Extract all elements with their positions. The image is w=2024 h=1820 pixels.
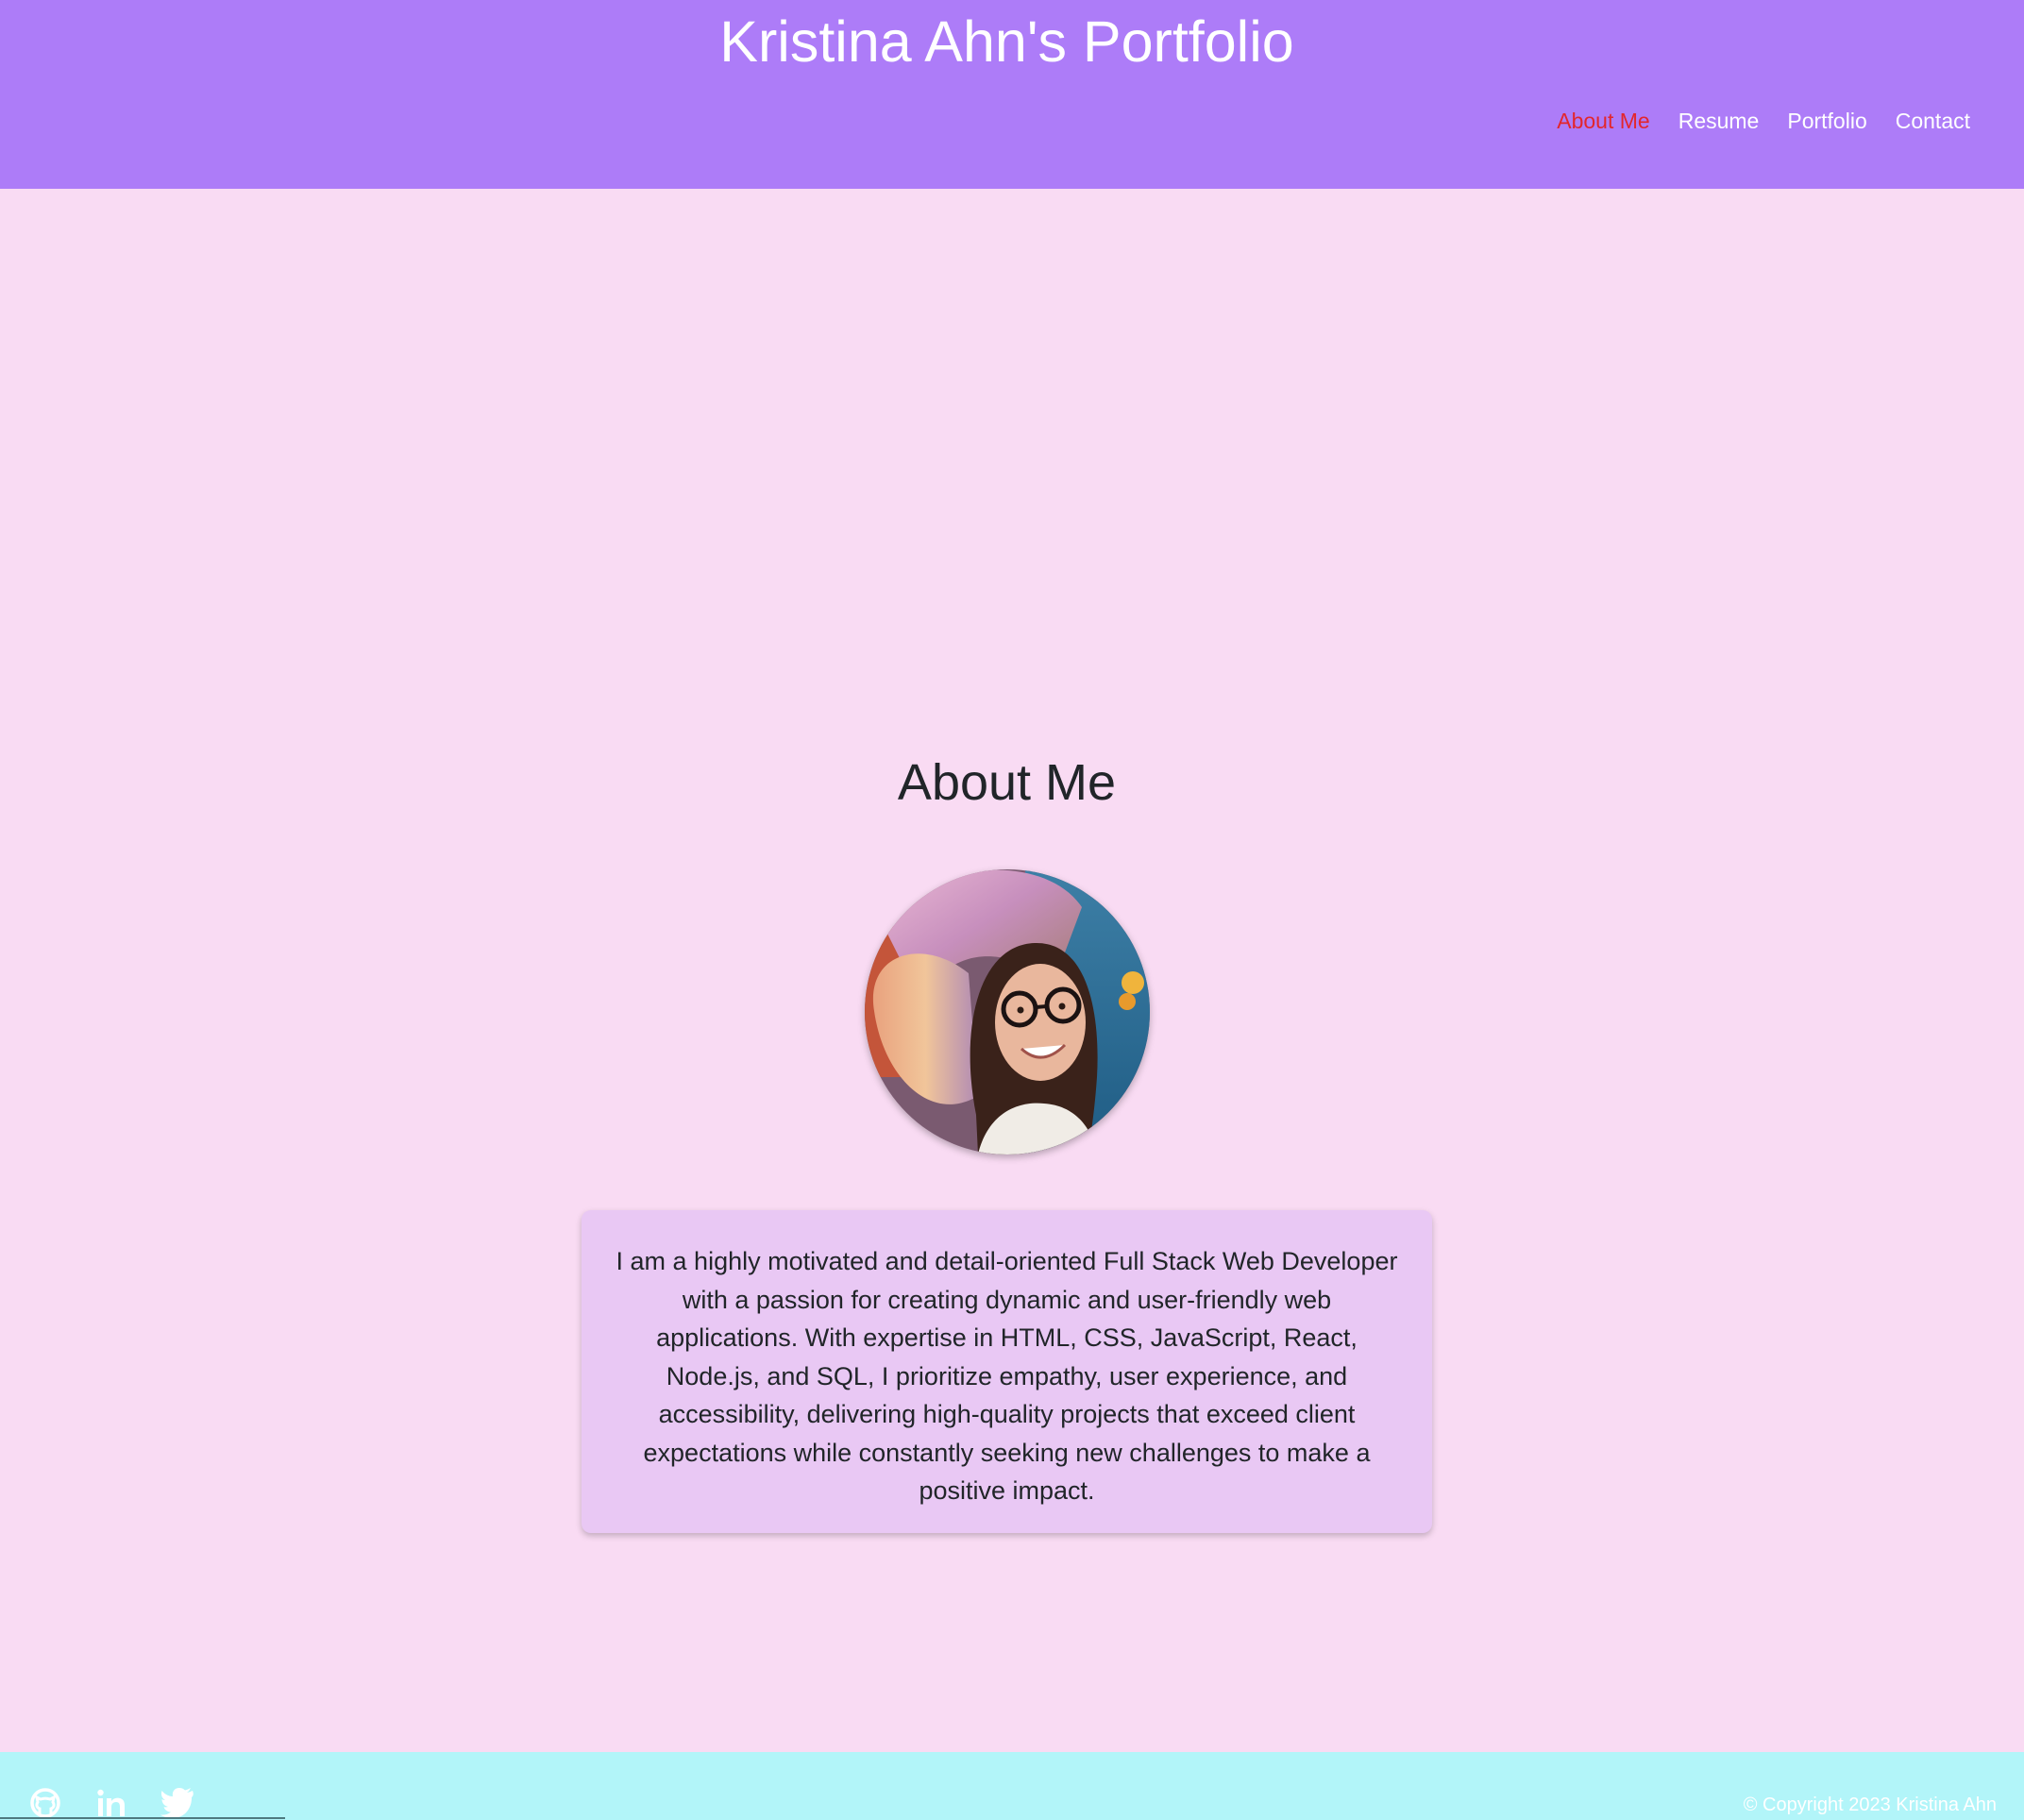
github-icon [30, 1788, 60, 1818]
github-link[interactable] [28, 1786, 62, 1820]
site-header: Kristina Ahn's Portfolio About Me Resume… [0, 0, 2024, 189]
copyright-text: © Copyright 2023 Kristina Ahn [1743, 1795, 1997, 1815]
nav-contact[interactable]: Contact [1896, 104, 1970, 138]
bio-card: I am a highly motivated and detail-orien… [582, 1210, 1432, 1533]
nav-portfolio[interactable]: Portfolio [1787, 104, 1866, 138]
bio-text: I am a highly motivated and detail-orien… [616, 1247, 1398, 1505]
scroll-indicator-line [0, 1817, 285, 1819]
nav-about-me[interactable]: About Me [1557, 104, 1649, 138]
nav-resume[interactable]: Resume [1678, 104, 1760, 138]
twitter-link[interactable] [160, 1786, 194, 1820]
linkedin-icon [97, 1789, 125, 1816]
twitter-icon [160, 1788, 194, 1818]
main-nav: About Me Resume Portfolio Contact [1528, 104, 1970, 138]
about-heading: About Me [897, 754, 1117, 811]
social-links [28, 1786, 227, 1820]
profile-photo [865, 869, 1150, 1154]
site-footer: © Copyright 2023 Kristina Ahn [0, 1752, 2024, 1820]
linkedin-link[interactable] [94, 1786, 128, 1820]
site-title: Kristina Ahn's Portfolio [719, 9, 1294, 74]
